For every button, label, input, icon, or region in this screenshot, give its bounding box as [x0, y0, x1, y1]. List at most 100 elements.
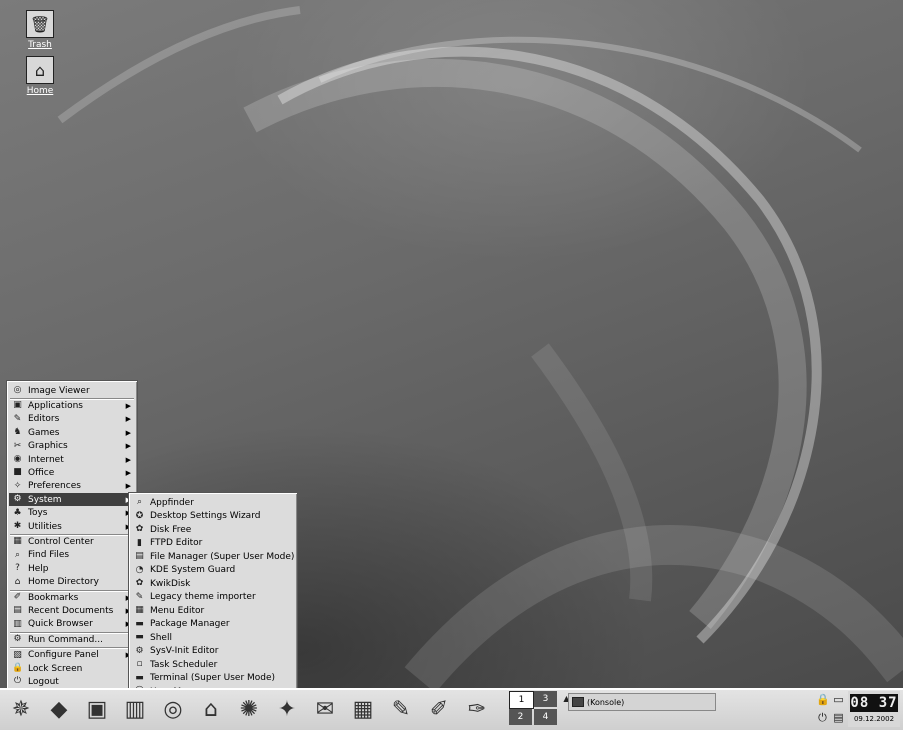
trash-icon: 🗑	[26, 10, 54, 38]
kmenu-item-graphics[interactable]: ✂ Graphics ▶	[9, 440, 135, 453]
kmenu-item-label: Office	[28, 467, 55, 478]
desktop-icon-trash[interactable]: 🗑 Trash	[22, 10, 58, 50]
network-icon[interactable]: ✦	[272, 693, 302, 725]
clipboard-icon[interactable]: ▤	[832, 711, 845, 725]
kmenu-item-quick-browser[interactable]: ▥Quick Browser▶	[9, 618, 135, 631]
kmenu-item-find-files[interactable]: ⌕ Find Files	[9, 549, 135, 562]
kmenu-item-home-directory[interactable]: ⌂ Home Directory	[9, 576, 135, 589]
terminal-launcher-icon[interactable]: ▥	[120, 693, 150, 725]
settings-wizard-icon: ✪	[135, 510, 144, 521]
kmenu-item-run-command[interactable]: ⚙ Run Command...	[9, 633, 135, 646]
kmenu-item-applications[interactable]: ▣ Applications ▶	[9, 399, 135, 412]
system-guard-icon: ◔	[135, 564, 144, 575]
system-item-task-scheduler[interactable]: ▫ Task Scheduler	[131, 658, 295, 671]
kmenu-item-label: Find Files	[28, 550, 70, 561]
system-item-user-manager[interactable]: ☺ User Manager	[131, 685, 295, 688]
system-item-label: User Manager	[150, 687, 213, 689]
clock[interactable]: 08 37 09.12.2002	[848, 691, 900, 727]
pager-desktop-4[interactable]: 4	[534, 709, 557, 725]
system-item-package-manager[interactable]: ▬ Package Manager	[131, 618, 295, 631]
kmenu-item-control-center[interactable]: ▦ Control Center	[9, 535, 135, 548]
taskbar-button-konsole[interactable]: (Konsole)	[568, 693, 716, 711]
kmenu-item-label: Bookmarks	[28, 592, 79, 603]
system-item-label: Terminal (Super User Mode)	[150, 673, 276, 683]
editors-icon: ✎	[13, 413, 22, 424]
appfinder-icon: ⌕	[136, 497, 143, 507]
kmenu-item-label: Toys	[28, 508, 48, 519]
control-center-icon: ▦	[13, 536, 22, 547]
kmenu-item-lock-screen[interactable]: 🔒 Lock Screen	[9, 662, 135, 675]
system-item-shell[interactable]: ▬ Shell	[131, 631, 295, 644]
kmenu-item-editors[interactable]: ✎ Editors ▶	[9, 413, 135, 426]
kmenu-item-recent-documents[interactable]: ▤Recent Documents▶	[9, 604, 135, 617]
kmenu-item-label: Graphics	[28, 441, 68, 452]
desktop-icon-home[interactable]: ⌂ Home	[22, 56, 58, 96]
system-item-kde-system-guard[interactable]: ◔ KDE System Guard	[131, 564, 295, 577]
submenu-arrow-icon: ▶	[125, 468, 131, 477]
system-item-file-manager-super-user-mode[interactable]: ▤ File Manager (Super User Mode)	[131, 550, 295, 563]
kmenu-item-label: Quick Browser	[28, 619, 93, 630]
kmenu-item-label: Run Command...	[28, 634, 103, 645]
bookmarks-icon: ✐	[13, 592, 22, 602]
kmenu-item-label: Logout	[28, 676, 59, 687]
kmenu-item-bookmarks[interactable]: ✐Bookmarks▶	[9, 591, 135, 604]
system-item-label: Desktop Settings Wizard	[150, 511, 261, 521]
clock-time: 08 37	[850, 694, 898, 712]
system-item-label: KwikDisk	[150, 578, 191, 589]
kmenu-item-toys[interactable]: ♣Toys▶	[9, 507, 135, 520]
kmenu-item-label: Image Viewer	[28, 385, 90, 396]
lock-screen-icon[interactable]: 🔒	[816, 693, 830, 707]
kmenu-item-label: Recent Documents	[28, 605, 114, 616]
kmenu-item-configure-panel[interactable]: ▧Configure Panel▶	[9, 649, 135, 662]
system-item-appfinder[interactable]: ⌕ Appfinder	[131, 496, 295, 509]
kmenu-item-help[interactable]: ? Help	[9, 562, 135, 575]
help-lifebuoy-icon[interactable]: ◎	[158, 693, 188, 725]
system-item-label: Shell	[150, 632, 172, 643]
k-menu-icon[interactable]: ✵	[6, 693, 36, 725]
find-files-icon: ⌕	[14, 549, 21, 560]
system-item-disk-free[interactable]: ✿ Disk Free	[131, 523, 295, 536]
desktop[interactable]: 🗑 Trash ⌂ Home ◎ Image Viewer ▣ Application…	[0, 0, 903, 688]
ftpd-editor-icon: ▮	[137, 537, 142, 548]
logout-power-icon[interactable]: ⏻	[816, 711, 829, 725]
logout-icon: ⏻	[13, 676, 22, 687]
display-icon[interactable]: ▭	[832, 693, 845, 707]
submenu-arrow-icon: ▶	[125, 482, 131, 491]
window-list-icon[interactable]: ▣	[82, 693, 112, 725]
wrench-icon[interactable]: ✑	[462, 693, 492, 725]
desktop-pager[interactable]: 1 3 2 4	[509, 691, 559, 727]
kmenu-item-utilities[interactable]: ✱Utilities▶	[9, 520, 135, 533]
system-item-menu-editor[interactable]: ▦ Menu Editor	[131, 604, 295, 617]
pager-desktop-2[interactable]: 2	[509, 709, 532, 725]
system-item-terminal-super-user-mode[interactable]: ▬ Terminal (Super User Mode)	[131, 672, 295, 685]
system-item-sysv-init-editor[interactable]: ⚙ SysV-Init Editor	[131, 645, 295, 658]
kmenu-item-office[interactable]: ■ Office ▶	[9, 466, 135, 479]
desktop-access-icon[interactable]: ◆	[44, 693, 74, 725]
pager-desktop-1[interactable]: 1	[509, 691, 534, 709]
office-suite-icon[interactable]: ▦	[348, 693, 378, 725]
clock-date: 09.12.2002	[853, 715, 895, 723]
kmenu-item-logout[interactable]: ⏻ Logout	[9, 675, 135, 688]
kmenu-item-image-viewer[interactable]: ◎ Image Viewer	[9, 384, 135, 397]
text-editor-icon[interactable]: ✎	[386, 693, 416, 725]
kmenu-item-internet[interactable]: ◉ Internet ▶	[9, 453, 135, 466]
system-item-label: FTPD Editor	[150, 538, 203, 548]
system-item-desktop-settings-wizard[interactable]: ✪ Desktop Settings Wizard	[131, 510, 295, 523]
konqueror-icon[interactable]: ✺	[234, 693, 264, 725]
taskbar-button-label: (Konsole)	[587, 697, 625, 707]
kmenu-item-label: Preferences	[28, 481, 81, 492]
pager-desktop-3[interactable]: 3	[534, 691, 557, 707]
mail-icon[interactable]: ✉	[310, 693, 340, 725]
menu-editor-icon: ▦	[135, 605, 144, 615]
submenu-arrow-icon: ▶	[125, 415, 131, 424]
system-item-kwikdisk[interactable]: ✿ KwikDisk	[131, 577, 295, 590]
system-item-legacy-theme-importer[interactable]: ✎ Legacy theme importer	[131, 591, 295, 604]
kmenu-item-system[interactable]: ⚙System▶	[9, 493, 135, 507]
home-launcher-icon[interactable]: ⌂	[196, 693, 226, 725]
image-editor-icon[interactable]: ✐	[424, 693, 454, 725]
system-item-ftpd-editor[interactable]: ▮ FTPD Editor	[131, 537, 295, 550]
disk-free-icon: ✿	[135, 524, 144, 534]
user-manager-icon: ☺	[134, 686, 145, 688]
kmenu-item-games[interactable]: ♞ Games ▶	[9, 426, 135, 439]
kmenu-item-preferences[interactable]: ✧ Preferences ▶	[9, 480, 135, 493]
